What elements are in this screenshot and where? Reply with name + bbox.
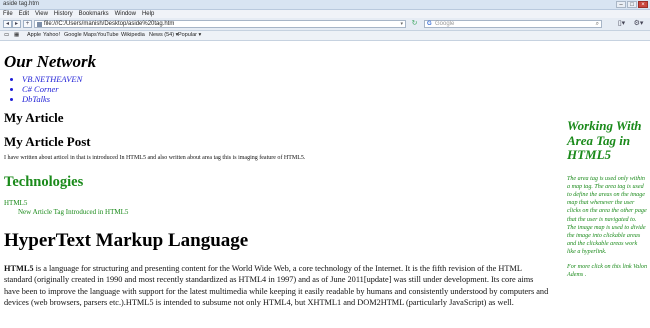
html-description: HTML5 is a language for structuring and … — [4, 263, 549, 309]
reload-icon[interactable]: ↻ — [410, 20, 419, 28]
menu-bar: File Edit View History Bookmarks Window … — [0, 10, 650, 18]
address-bar[interactable]: file:///C:/Users/manish/Desktop/aside%20… — [34, 20, 406, 28]
network-link-csharp-corner[interactable]: C# Corner — [22, 84, 82, 94]
add-bookmark-button[interactable]: + — [23, 20, 32, 28]
navigation-toolbar: ◂ ▸ + file:///C:/Users/manish/Desktop/as… — [0, 18, 650, 31]
menu-file[interactable]: File — [3, 10, 13, 18]
back-button[interactable]: ◂ — [3, 20, 12, 28]
article-post-text: I have written about articel in that is … — [4, 155, 306, 161]
bookmark-google-maps[interactable]: Google Maps — [64, 31, 97, 40]
aside-text: The area tag is used only within a map t… — [567, 176, 647, 255]
menu-history[interactable]: History — [54, 10, 73, 18]
bookmark-youtube[interactable]: YouTube — [97, 31, 119, 40]
window-titlebar: aside tag.htm – □ × — [0, 0, 650, 10]
window-controls: – □ × — [616, 1, 648, 8]
html-heading: HyperText Markup Language — [4, 230, 249, 251]
page-content: Our Network VB.NETHEAVEN C# Corner DbTal… — [0, 41, 650, 328]
aside-more-link[interactable]: For more click on this link Valon Adems … — [567, 263, 647, 279]
minimize-button[interactable]: – — [616, 1, 626, 8]
top-sites-grid-icon[interactable]: ▦ — [14, 31, 19, 40]
network-link-vbnetheaven[interactable]: VB.NETHEAVEN — [22, 74, 82, 84]
network-link-dbtalks[interactable]: DbTalks — [22, 94, 82, 104]
menu-edit[interactable]: Edit — [19, 10, 29, 18]
search-placeholder: Google — [435, 21, 455, 27]
page-favicon-icon — [37, 22, 42, 27]
article-post-heading: My Article Post — [4, 134, 91, 149]
bookmark-apple[interactable]: Apple — [27, 31, 41, 40]
close-button[interactable]: × — [638, 1, 648, 8]
network-heading: Our Network — [4, 52, 97, 71]
technologies-subtitle: HTML5 — [4, 199, 28, 207]
bookmark-yahoo[interactable]: Yahoo! — [43, 31, 60, 40]
bookmarks-book-icon[interactable]: ▭ — [4, 31, 9, 40]
aside-panel: Working With Area Tag in HTML5 The area … — [567, 118, 647, 279]
technologies-heading: Technologies — [4, 174, 84, 190]
window-title: aside tag.htm — [3, 1, 40, 7]
search-field[interactable]: G Google ⌕ — [424, 20, 602, 28]
aside-heading: Working With Area Tag in HTML5 — [567, 118, 642, 163]
forward-button[interactable]: ▸ — [12, 20, 21, 28]
search-icon[interactable]: ⌕ — [596, 21, 599, 28]
bookmark-news[interactable]: News (54) ▾ — [149, 31, 178, 40]
menu-view[interactable]: View — [35, 10, 48, 18]
menu-window[interactable]: Window — [115, 10, 136, 18]
address-text[interactable]: file:///C:/Users/manish/Desktop/aside%20… — [44, 21, 174, 28]
search-engine-icon[interactable]: G — [427, 21, 432, 28]
html-description-lead: HTML5 — [4, 264, 34, 273]
html-description-body: is a language for structuring and presen… — [4, 264, 549, 308]
bookmark-wikipedia[interactable]: Wikipedia — [121, 31, 145, 40]
address-dropdown-icon[interactable]: ▾ — [400, 21, 403, 28]
maximize-button[interactable]: □ — [627, 1, 637, 8]
article-heading: My Article — [4, 110, 64, 125]
network-list: VB.NETHEAVEN C# Corner DbTalks — [22, 74, 82, 104]
menu-bookmarks[interactable]: Bookmarks — [79, 10, 109, 18]
page-menu-icon[interactable]: ▯▾ — [616, 20, 627, 28]
bookmark-popular[interactable]: Popular ▾ — [178, 31, 201, 40]
technologies-article-link[interactable]: New Article Tag Introduced in HTML5 — [18, 208, 128, 217]
menu-help[interactable]: Help — [142, 10, 154, 18]
settings-gear-icon[interactable]: ⚙▾ — [633, 20, 644, 28]
bookmarks-bar: ▭ ▦ Apple Yahoo! Google Maps YouTube Wik… — [0, 31, 650, 41]
